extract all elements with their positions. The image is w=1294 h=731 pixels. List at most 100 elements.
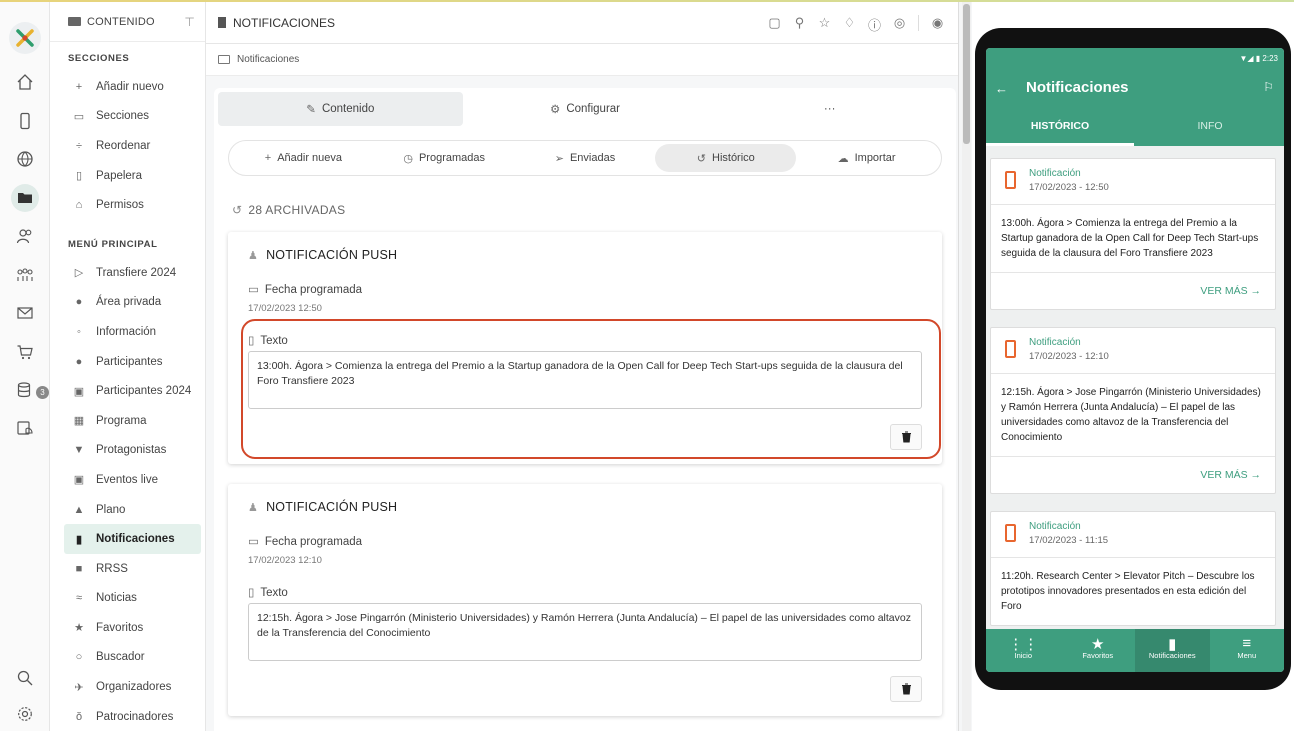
account-icon[interactable]: ◎ — [893, 15, 906, 34]
text-field[interactable]: 12:15h. Ágora > Jose Pingarrón (Minister… — [248, 603, 922, 661]
users-icon[interactable] — [11, 222, 39, 250]
nav-menu[interactable]: ≡ Menu — [1210, 629, 1285, 672]
notification-icon[interactable]: ♢ — [843, 15, 856, 34]
delete-button[interactable] — [890, 676, 922, 702]
mail-icon[interactable] — [11, 299, 39, 327]
card-type: Notificación — [1029, 168, 1081, 179]
phone-icon — [1005, 171, 1016, 189]
nav-notificaciones[interactable]: ▮ Notificaciones — [1135, 629, 1210, 672]
card-date: 17/02/2023 - 12:50 — [1029, 182, 1109, 193]
globe-icon[interactable] — [11, 145, 39, 173]
tab-historico[interactable]: HISTÓRICO — [986, 120, 1134, 132]
phone-notification-card[interactable]: Notificación 17/02/2023 - 11:15 11:20h. … — [990, 511, 1276, 626]
database-icon[interactable] — [11, 376, 39, 404]
settings-icon[interactable] — [11, 700, 39, 728]
folder-icon — [68, 17, 81, 26]
map-icon: ▲ — [73, 503, 85, 516]
menu-item-add-new[interactable]: + Añadir nuevo — [50, 72, 205, 102]
subtab-add-new[interactable]: + Añadir nueva — [233, 144, 374, 172]
eye-icon[interactable]: ◉ — [931, 15, 944, 34]
see-more-link[interactable]: VER MÁS → — [991, 273, 1275, 309]
bell-icon: ♟ — [248, 502, 259, 514]
trash-icon — [901, 683, 911, 695]
subtab-import[interactable]: ☁ Importar — [796, 144, 937, 172]
menu-item-organizadores[interactable]: ✈ Organizadores — [50, 672, 205, 702]
menu-item-trash[interactable]: ▯ Papelera — [50, 161, 205, 191]
delete-button[interactable] — [890, 424, 922, 450]
trophy-icon: ▼ — [73, 444, 85, 457]
gear-icon: ⚙ — [550, 104, 561, 116]
pin-icon[interactable]: ⊤ — [184, 15, 195, 29]
menu-item-participantes-2024[interactable]: ▣ Participantes 2024 — [50, 376, 205, 406]
menu-item-eventos-live[interactable]: ▣ Eventos live — [50, 465, 205, 495]
mobile-icon[interactable] — [11, 107, 39, 135]
menu-icon: ≡ — [1242, 635, 1252, 652]
bell-outline-icon[interactable]: ▢ — [768, 15, 781, 34]
menu-item-area-privada[interactable]: ● Área privada — [50, 288, 205, 318]
menu-item-noticias[interactable]: ≈ Noticias — [50, 584, 205, 614]
screen-icon[interactable] — [11, 414, 39, 442]
subtab-history[interactable]: ↺ Histórico — [655, 144, 797, 172]
back-arrow-icon[interactable]: ← — [995, 81, 1008, 96]
rocket-icon: ✈ — [74, 681, 84, 694]
main-header: NOTIFICACIONES ▢ ⚲ ☆ ♢ ⓘ ◎ ◉ — [206, 2, 958, 44]
folder-icon[interactable] — [11, 184, 39, 212]
tab-configurar[interactable]: ⚙ Configurar — [463, 92, 708, 126]
app-bar: ▼◢ ▮ 2:23 ← Notificaciones ⚐ HISTÓRICO I… — [986, 48, 1284, 146]
date-value: 17/02/2023 12:10 — [248, 555, 322, 566]
home-icon[interactable] — [11, 68, 39, 96]
notification-card: ♟ NOTIFICACIÓN PUSH ▭ Fecha programada 17/… — [228, 232, 942, 464]
menu-item-notificaciones[interactable]: ▮ Notificaciones — [64, 524, 201, 554]
icon-rail: 3 — [0, 2, 50, 731]
menu-item-rrss[interactable]: ■ RRSS — [50, 554, 205, 584]
menu-item-plano[interactable]: ▲ Plano — [50, 495, 205, 525]
phone-notification-card[interactable]: Notificación 17/02/2023 - 12:10 12:15h. … — [990, 327, 1276, 494]
breadcrumb: Notificaciones — [206, 44, 958, 76]
phone-icon: ▯ — [248, 335, 255, 347]
menu-item-patrocinadores[interactable]: ŏ Patrocinadores — [50, 702, 205, 731]
menu-item-sections[interactable]: ▭ Secciones — [50, 102, 205, 132]
team-icon[interactable] — [11, 261, 39, 289]
trash-icon: ▯ — [75, 170, 83, 183]
calendar-icon: ▭ — [248, 536, 259, 548]
text-field[interactable]: 13:00h. Ágora > Comienza la entrega del … — [248, 351, 922, 409]
content-tabs: ✎ Contenido ⚙ Configurar ··· — [214, 88, 956, 130]
search-icon[interactable] — [11, 664, 39, 692]
menu-item-informacion[interactable]: ◦ Información — [50, 317, 205, 347]
menu-item-favoritos[interactable]: ★ Favoritos — [50, 613, 205, 643]
phone-notification-card[interactable]: Notificación 17/02/2023 - 12:50 13:00h. … — [990, 158, 1276, 310]
menu-item-reorder[interactable]: ÷ Reordenar — [50, 131, 205, 161]
card-header: Notificación 17/02/2023 - 11:15 — [991, 512, 1275, 558]
send-icon: ➢ — [554, 152, 564, 165]
menu-item-protagonistas[interactable]: ▼ Protagonistas — [50, 436, 205, 466]
breadcrumb-item[interactable]: Notificaciones — [237, 54, 299, 65]
menu-item-buscador[interactable]: ○ Buscador — [50, 643, 205, 673]
card-title: ♟ NOTIFICACIÓN PUSH — [248, 248, 398, 262]
nav-favoritos[interactable]: ★ Favoritos — [1061, 629, 1136, 672]
flag-icon[interactable]: ⚐ — [1263, 80, 1274, 94]
phone-icon — [1005, 524, 1016, 542]
scrollbar-thumb[interactable] — [963, 4, 970, 144]
people-icon: ● — [75, 355, 83, 368]
star-icon[interactable]: ☆ — [818, 15, 831, 34]
menu-item-participantes[interactable]: ● Participantes — [50, 347, 205, 377]
nav-inicio[interactable]: ⋮⋮ Inicio — [986, 629, 1061, 672]
subtab-sent[interactable]: ➢ Enviadas — [515, 144, 656, 172]
search-icon[interactable]: ⚲ — [793, 15, 806, 34]
subtab-scheduled[interactable]: ◷ Programadas — [374, 144, 515, 172]
help-icon[interactable]: ⓘ — [868, 15, 881, 34]
clock-icon: ◷ — [403, 152, 413, 165]
search-icon: ○ — [75, 651, 83, 664]
tab-more[interactable]: ··· — [707, 92, 952, 126]
cart-icon[interactable] — [11, 338, 39, 366]
app-logo[interactable] — [9, 22, 41, 54]
menu-item-transfiere-2024[interactable]: ▷ Transfiere 2024 — [50, 258, 205, 288]
tab-info[interactable]: INFO — [1136, 120, 1284, 132]
menu-item-permissions[interactable]: ⌂ Permisos — [50, 190, 205, 220]
tab-contenido[interactable]: ✎ Contenido — [218, 92, 463, 126]
see-more-link[interactable]: VER MÁS → — [991, 457, 1275, 493]
tab-indicator — [986, 143, 1134, 146]
plus-icon: + — [264, 152, 272, 164]
menu-item-programa[interactable]: ▦ Programa — [50, 406, 205, 436]
social-icon: ■ — [75, 562, 83, 575]
